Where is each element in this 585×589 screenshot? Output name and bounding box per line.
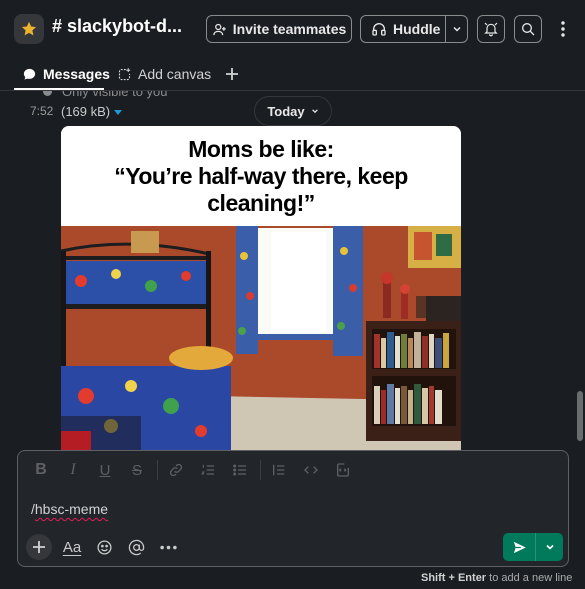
message-list[interactable]: Only visible to you 7:52 (169 kB) Moms b… xyxy=(0,91,585,450)
underline-icon: U xyxy=(99,461,111,479)
kebab-icon xyxy=(561,21,565,37)
star-icon xyxy=(21,21,37,36)
bulleted-list-icon xyxy=(233,464,246,476)
schedule-send-button[interactable] xyxy=(535,533,563,561)
code-icon xyxy=(304,466,318,474)
channel-name[interactable]: # slackybot-d... xyxy=(52,16,182,37)
active-tab-indicator xyxy=(14,88,104,90)
underline-button[interactable]: U xyxy=(93,458,117,482)
toolbar-divider xyxy=(260,460,261,480)
meme-caption-line: “You’re half-way there, keep xyxy=(114,163,408,189)
invite-label: Invite teammates xyxy=(232,21,347,37)
ordered-list-button[interactable] xyxy=(196,458,220,482)
send-button[interactable] xyxy=(503,533,535,561)
huddle-button-group: Huddle xyxy=(360,15,468,43)
italic-button[interactable]: I xyxy=(61,458,85,482)
meme-caption-line: Moms be like: xyxy=(188,136,334,162)
bulleted-list-button[interactable] xyxy=(228,458,252,482)
hint-text: to add a new line xyxy=(486,572,573,584)
messy-bedroom-photo xyxy=(61,226,461,450)
add-tab-button[interactable] xyxy=(222,63,242,85)
bell-icon xyxy=(484,22,498,37)
hint-keys: Shift + Enter xyxy=(421,572,487,584)
add-canvas-icon xyxy=(118,67,131,80)
tab-messages-label: Messages xyxy=(43,66,110,82)
tab-messages[interactable]: Messages xyxy=(22,64,110,84)
headphones-icon xyxy=(372,23,386,36)
huddle-label: Huddle xyxy=(393,21,441,37)
code-block-button[interactable] xyxy=(331,458,355,482)
mention-button[interactable] xyxy=(124,535,148,559)
link-icon xyxy=(169,463,183,477)
emoji-icon xyxy=(96,539,112,555)
misspelled-word: hbsc-meme xyxy=(34,501,109,517)
bold-icon: B xyxy=(35,461,47,478)
meme-caption: Moms be like: “You’re half-way there, ke… xyxy=(61,126,461,226)
notifications-button[interactable] xyxy=(477,15,505,43)
scrollbar-thumb[interactable] xyxy=(577,391,583,441)
chevron-down-icon xyxy=(545,544,554,550)
plus-icon xyxy=(33,541,45,553)
caret-down-icon xyxy=(114,110,123,115)
strikethrough-button[interactable]: S xyxy=(125,458,149,482)
meme-caption-line: cleaning!” xyxy=(207,190,315,216)
visibility-icon xyxy=(43,91,52,96)
channel-tabs: Messages Add canvas xyxy=(0,58,585,91)
more-options-button[interactable] xyxy=(555,18,571,40)
composer-hint: Shift + Enter to add a new line xyxy=(421,572,572,584)
plus-icon xyxy=(226,68,238,80)
file-size: (169 kB) xyxy=(61,104,111,119)
code-block-icon xyxy=(337,463,349,477)
strikethrough-icon: S xyxy=(131,461,142,479)
meme-image[interactable]: Moms be like: “You’re half-way there, ke… xyxy=(61,126,461,450)
more-actions-button[interactable] xyxy=(156,535,180,559)
text-format-icon: Aa xyxy=(62,538,82,556)
huddle-button[interactable]: Huddle xyxy=(361,16,445,42)
italic-icon: I xyxy=(70,461,76,478)
add-user-icon xyxy=(212,23,226,35)
emoji-button[interactable] xyxy=(92,535,116,559)
message-composer[interactable]: B I U S /hbsc-meme Aa xyxy=(17,450,569,567)
message-bubble-icon xyxy=(23,68,36,79)
invite-teammates-button[interactable]: Invite teammates xyxy=(206,15,352,43)
search-button[interactable] xyxy=(514,15,542,43)
message-input[interactable]: /hbsc-meme xyxy=(31,501,108,517)
composer-actions: Aa xyxy=(26,533,180,561)
formatting-toolbar: B I U S xyxy=(18,451,568,489)
huddle-options-button[interactable] xyxy=(445,16,467,42)
chevron-down-icon xyxy=(453,26,461,32)
star-channel-button[interactable] xyxy=(14,14,44,44)
link-button[interactable] xyxy=(164,458,188,482)
date-divider-button[interactable]: Today xyxy=(254,96,332,126)
formatting-toggle-button[interactable]: Aa xyxy=(60,535,84,559)
blockquote-icon xyxy=(273,464,285,476)
blockquote-button[interactable] xyxy=(267,458,291,482)
search-icon xyxy=(522,23,535,36)
send-icon xyxy=(513,541,526,553)
at-sign-icon xyxy=(128,539,144,555)
tab-add-canvas-label: Add canvas xyxy=(138,66,212,82)
date-divider-label: Today xyxy=(267,103,305,119)
bold-button[interactable]: B xyxy=(29,458,53,482)
channel-header: # slackybot-d... Invite teammates Huddle xyxy=(0,0,585,58)
tab-add-canvas[interactable]: Add canvas xyxy=(117,64,211,84)
code-button[interactable] xyxy=(299,458,323,482)
ephemeral-note: Only visible to you xyxy=(62,91,168,99)
chevron-down-icon xyxy=(311,109,318,114)
file-size-toggle[interactable]: (169 kB) xyxy=(61,104,123,119)
ellipsis-icon xyxy=(159,545,177,549)
send-button-group xyxy=(503,533,563,561)
ordered-list-icon xyxy=(200,464,214,475)
attach-button[interactable] xyxy=(26,534,52,560)
message-timestamp[interactable]: 7:52 xyxy=(30,104,53,118)
toolbar-divider xyxy=(157,460,158,480)
